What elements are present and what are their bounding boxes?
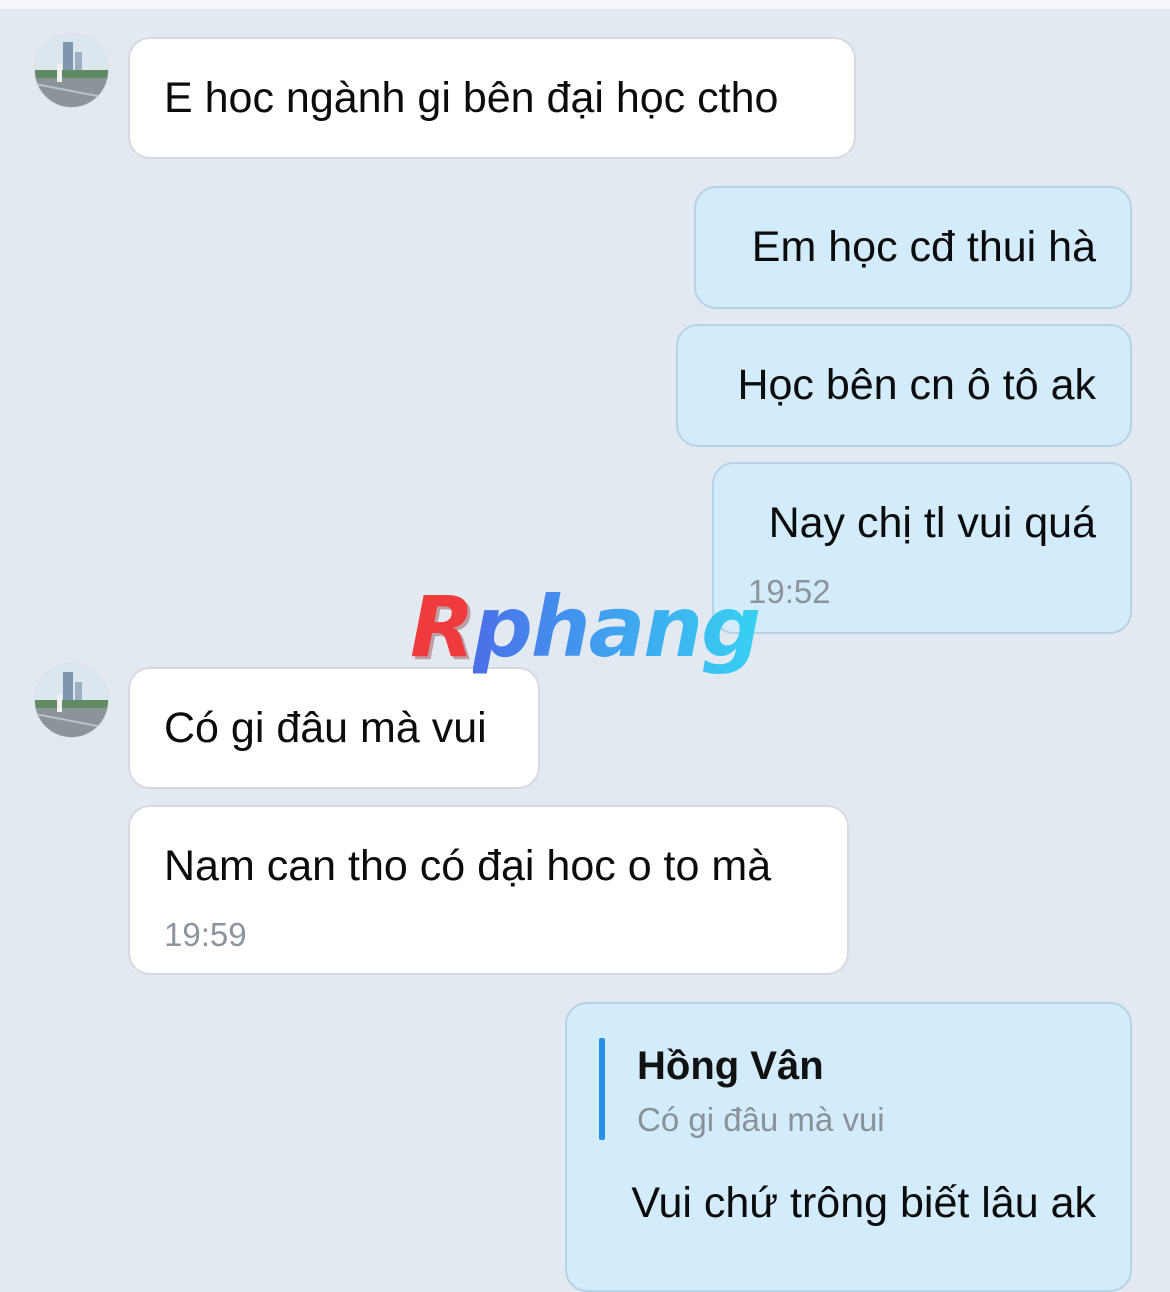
message-text: Nay chị tl vui quá xyxy=(768,499,1096,547)
incoming-message-bubble[interactable]: Nam can tho có đại hoc o to mà 19:59 xyxy=(128,805,849,975)
outgoing-message-bubble[interactable]: Nay chị tl vui quá 19:52 xyxy=(712,462,1132,634)
message-text: E hoc ngành gi bên đại học ctho xyxy=(164,74,779,122)
message-timestamp: 19:52 xyxy=(748,573,831,610)
message-text: Em học cđ thui hà xyxy=(751,223,1096,271)
watermark-first-letter: R xyxy=(410,578,475,676)
top-divider-strip xyxy=(0,0,1170,9)
message-timestamp: 19:59 xyxy=(164,916,247,953)
reply-accent-bar xyxy=(599,1038,605,1140)
message-text: Nam can tho có đại hoc o to mà xyxy=(164,842,772,890)
outgoing-reply-message-bubble[interactable]: Hồng Vân Có gi đâu mà vui Vui chứ trông … xyxy=(565,1002,1132,1292)
watermark-logo: Rphang xyxy=(410,585,761,669)
avatar-photo-icon xyxy=(35,664,108,737)
avatar-photo-icon xyxy=(35,34,108,107)
message-text: Có gi đâu mà vui xyxy=(164,704,487,752)
message-text: Vui chứ trông biết lâu ak xyxy=(631,1179,1096,1227)
contact-avatar[interactable] xyxy=(35,664,108,737)
outgoing-message-bubble[interactable]: Học bên cn ô tô ak xyxy=(676,324,1132,447)
outgoing-message-bubble[interactable]: Em học cđ thui hà xyxy=(694,186,1132,309)
reply-author-name: Hồng Vân xyxy=(637,1044,824,1088)
incoming-message-bubble[interactable]: E hoc ngành gi bên đại học ctho xyxy=(128,37,856,159)
reply-snippet-text: Có gi đâu mà vui xyxy=(637,1101,885,1138)
watermark-rest: phang xyxy=(472,578,762,676)
contact-avatar[interactable] xyxy=(35,34,108,107)
incoming-message-bubble[interactable]: Có gi đâu mà vui xyxy=(128,667,540,789)
message-text: Học bên cn ô tô ak xyxy=(737,361,1096,409)
